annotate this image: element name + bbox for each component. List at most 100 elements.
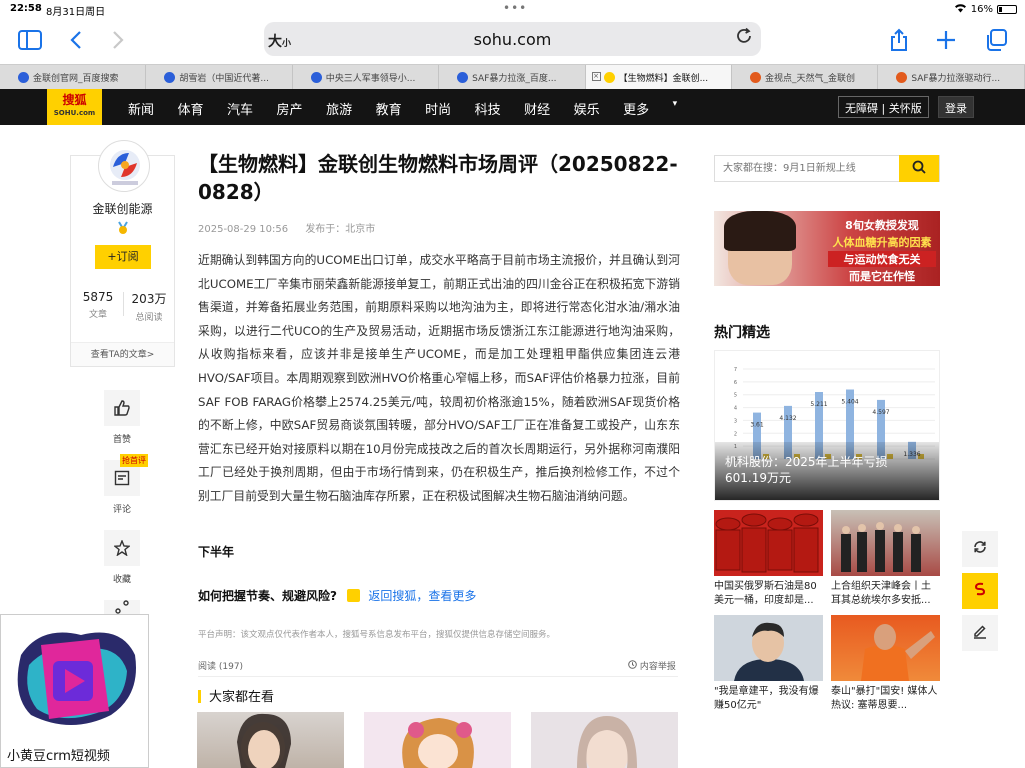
sidebar-toggle-icon[interactable] (16, 26, 44, 54)
browser-tab-6[interactable]: 金视点_天然气_金联创 (732, 65, 879, 90)
ad-banner[interactable]: 8旬女教授发现 人体血糖升高的因素 与运动饮食无关 而是它在作怪 (714, 211, 940, 286)
browser-toolbar: 大小 sohu.com (0, 18, 1025, 64)
sohu-logo[interactable]: 搜狐 SOHU.com (47, 89, 102, 125)
browser-tab-7[interactable]: SAF暴力拉涨驱动行... (878, 65, 1025, 90)
report-link[interactable]: 内容举报 (628, 659, 676, 672)
nav-items: 新闻 体育 汽车 房产 旅游 教育 时尚 科技 财经 娱乐 更多 ▾ (128, 99, 677, 118)
url-text[interactable]: sohu.com (264, 30, 761, 49)
share-small-icon[interactable] (104, 600, 140, 614)
share-icon[interactable] (885, 26, 913, 54)
wifi-icon (954, 3, 967, 16)
watching-thumb-3[interactable] (531, 712, 678, 768)
stat-articles: 5875 文章 (73, 290, 123, 320)
see-articles-link[interactable]: 查看TA的文章> (71, 342, 174, 366)
nav-item-11[interactable]: 更多 (623, 99, 649, 118)
forward-icon[interactable] (104, 26, 132, 54)
comment-action[interactable]: 抢首评 评论 (104, 454, 148, 515)
tab-label: 【生物燃料】金联创... (618, 74, 709, 84)
medal-icon (116, 221, 130, 238)
star-icon[interactable] (104, 530, 140, 566)
battery-fill (999, 7, 1002, 12)
nav-item-4[interactable]: 房产 (277, 99, 303, 118)
like-action[interactable]: 首赞 (104, 390, 140, 445)
tab-favicon-icon (457, 72, 469, 83)
hot-chart-tick: 7 (734, 367, 737, 373)
sohu-float-button[interactable] (962, 573, 998, 609)
video-overlay[interactable]: 小黄豆crm短视频 (0, 614, 149, 768)
back-to-sohu-link[interactable]: 返回搜狐，查看更多 (368, 589, 476, 603)
nav-item-5[interactable]: 旅游 (326, 99, 352, 118)
search-input[interactable] (715, 156, 895, 181)
thumbs-up-icon[interactable] (104, 390, 140, 426)
accessibility-button[interactable]: 无障碍 | 关怀版 (838, 96, 929, 118)
nav-item-8[interactable]: 科技 (475, 99, 501, 118)
browser-tab-4[interactable]: SAF暴力拉涨_百度... (439, 65, 586, 90)
edit-float-button[interactable] (962, 615, 998, 651)
hot-item-2-image (831, 510, 940, 576)
nav-item-3[interactable]: 汽车 (227, 99, 253, 118)
hot-chart-tick: 2 (734, 431, 737, 437)
articles-label: 文章 (88, 310, 107, 320)
article-subheading: 下半年 (198, 545, 235, 559)
hot-item-2[interactable]: 上合组织天津峰会丨土耳其总统埃尔多安抵... (831, 510, 940, 608)
tab-favicon-icon (18, 72, 29, 83)
report-label: 内容举报 (639, 662, 676, 672)
avatar[interactable] (98, 140, 150, 192)
battery-icon (997, 5, 1017, 14)
subscribe-button[interactable]: +订阅 (95, 245, 151, 269)
new-tab-icon[interactable] (932, 26, 960, 54)
nav-item-9[interactable]: 财经 (524, 99, 550, 118)
hot-picks-heading: 热门精选 (714, 325, 770, 341)
hot-picks-main[interactable]: 765432103.614.1325.2115.4044.5971.336 机科… (714, 350, 940, 501)
nav-item-6[interactable]: 教育 (376, 99, 402, 118)
author-name[interactable]: 金联创能源 (71, 200, 174, 217)
reload-icon[interactable] (735, 27, 753, 50)
more-dropdown-icon[interactable]: ▾ (673, 99, 678, 118)
article-title: 【生物燃料】金联创生物燃料市场周评（20250822-0828） (198, 152, 678, 204)
nav-item-7[interactable]: 时尚 (425, 99, 451, 118)
address-bar[interactable]: 大小 sohu.com (264, 22, 761, 56)
reads-count: 203万 (131, 292, 167, 306)
browser-tab-2[interactable]: 胡雪岩（中国近代著... (146, 65, 293, 90)
tab-favicon-icon (603, 72, 615, 83)
comment-icon[interactable]: 抢首评 (104, 454, 148, 496)
refresh-float-button[interactable] (962, 531, 998, 567)
hot-chart-label: 5.211 (810, 401, 827, 408)
platform-disclaimer: 平台声明：该文观点仅代表作者本人，搜狐号系信息发布平台，搜狐仅提供信息存储空间服… (198, 630, 556, 640)
hot-chart-tick: 3 (734, 418, 737, 424)
hot-item-3[interactable]: "我是章建平，我没有爆赚50亿元" (714, 615, 823, 713)
article-body: 近期确认到韩国方向的UCOME出口订单，成交水平略高于目前市场主流报价，并且确认… (198, 253, 680, 503)
close-tab-icon[interactable]: × (591, 72, 601, 81)
hot-item-3-image (714, 615, 823, 681)
search-button[interactable] (899, 155, 939, 182)
watching-thumb-2[interactable] (364, 712, 511, 768)
pencil-icon (972, 623, 988, 643)
ad-hair (724, 211, 796, 251)
browser-tab-3[interactable]: 中央三人军事领导小... (293, 65, 440, 90)
hot-item-4[interactable]: 泰山"暴打"国安! 媒体人热议: 塞蒂恩要... (831, 615, 940, 713)
tab-favicon-icon (164, 72, 176, 83)
watching-thumb-1[interactable] (197, 712, 344, 768)
refresh-icon (972, 539, 988, 559)
favorite-action[interactable]: 收藏 (104, 530, 140, 585)
browser-tab-5[interactable]: × 【生物燃料】金联创... (585, 65, 732, 90)
share-action[interactable] (104, 600, 140, 614)
nav-item-10[interactable]: 娱乐 (574, 99, 600, 118)
tabs-overview-icon[interactable] (982, 26, 1010, 54)
more-question: 如何把握节奏、规避风险? (198, 589, 337, 603)
nav-item-1[interactable]: 新闻 (128, 99, 154, 118)
article-meta: 2025-08-29 10:56 发布于：北京市 (198, 220, 389, 235)
hot-item-1[interactable]: 中国买俄罗斯石油是80美元一桶，印度却是... (714, 510, 823, 608)
hot-item-4-text: 泰山"暴打"国安! 媒体人热议: 塞蒂恩要... (831, 686, 938, 711)
login-button[interactable]: 登录 (938, 96, 974, 118)
tab-label: 胡雪岩（中国近代著... (179, 74, 269, 84)
browser-tab-1[interactable]: 金联创官网_百度搜索 (0, 65, 147, 90)
multitask-dots-icon[interactable]: ••• (503, 1, 527, 15)
nav-item-2[interactable]: 体育 (178, 99, 204, 118)
back-icon[interactable] (62, 26, 90, 54)
video-logo-icon (17, 632, 137, 725)
logo-subtext: SOHU.com (53, 109, 96, 117)
hot-chart-label: 4.132 (779, 415, 796, 422)
tab-label: SAF暴力拉涨驱动行... (911, 74, 1001, 84)
hot-chart-tick: 6 (734, 380, 737, 386)
